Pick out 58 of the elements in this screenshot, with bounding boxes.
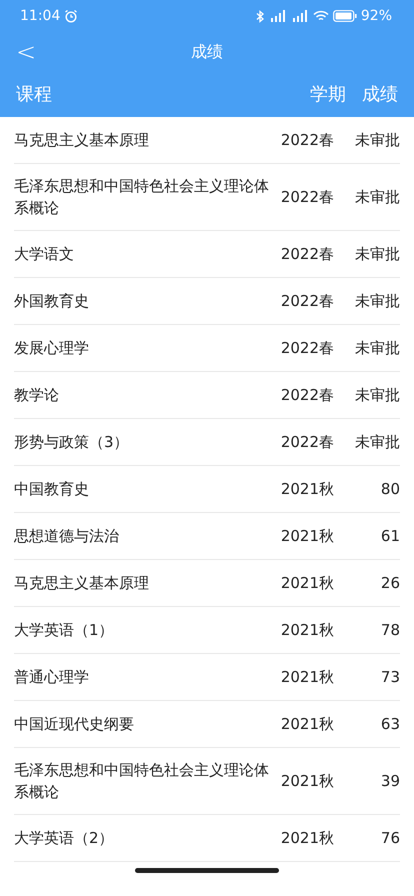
grade-cell-text: 未审批 bbox=[354, 290, 400, 312]
grade-cell-text: 未审批 bbox=[354, 130, 400, 151]
grade-cell-text: 78 bbox=[380, 620, 400, 641]
signal-icon bbox=[290, 10, 309, 22]
term-cell-text: 2022春 bbox=[280, 338, 334, 359]
signal-icon bbox=[268, 10, 287, 22]
term-cell-text: 2021秋 bbox=[280, 620, 334, 641]
course-cell-text: 教学论 bbox=[14, 385, 60, 406]
term-cell-text: 2021秋 bbox=[280, 526, 334, 547]
course-cell-text: 外国教育史 bbox=[14, 291, 90, 312]
course-cell-text: 大学英语（1） bbox=[14, 620, 115, 641]
course-cell-text: 思想道德与法治 bbox=[14, 526, 120, 547]
term-cell-text: 2021秋 bbox=[280, 770, 334, 792]
term-cell-text: 2021秋 bbox=[280, 572, 334, 594]
back-button[interactable]: < bbox=[10, 40, 42, 64]
term-cell-text: 2022春 bbox=[280, 290, 334, 312]
grade-cell-text: 未审批 bbox=[354, 432, 400, 453]
grade-cell-text: 63 bbox=[380, 714, 400, 735]
course-cell-text: 马克思主义基本原理 bbox=[14, 130, 150, 151]
term-cell-text: 2021秋 bbox=[280, 714, 334, 735]
grade-cell-text: 未审批 bbox=[354, 384, 400, 406]
course-cell-text: 大学语文 bbox=[14, 244, 75, 265]
grade-cell-text: 61 bbox=[380, 526, 400, 547]
course-cell-text: 大学英语（2） bbox=[14, 828, 115, 849]
bluetooth-icon bbox=[256, 10, 265, 22]
status-time: 11:04 bbox=[20, 6, 60, 26]
grade-cell-text: 26 bbox=[380, 572, 400, 594]
battery-percent: 92% bbox=[360, 6, 392, 26]
course-cell-text: 马克思主义基本原理 bbox=[14, 573, 150, 594]
grade-cell-text: 未审批 bbox=[354, 244, 400, 265]
term-cell-text: 2021秋 bbox=[280, 828, 334, 849]
course-cell-text: 发展心理学 bbox=[14, 338, 90, 359]
course-cell-text: 形势与政策（3） bbox=[14, 432, 130, 453]
term-cell-text: 2022春 bbox=[280, 244, 334, 265]
wifi-icon bbox=[312, 10, 329, 22]
course-cell-text: 中国教育史 bbox=[14, 479, 90, 500]
term-cell-text: 2022春 bbox=[280, 432, 334, 453]
grade-cell-text: 未审批 bbox=[354, 338, 400, 359]
term-cell-text: 2022春 bbox=[280, 384, 334, 406]
alarm-clock-icon bbox=[64, 9, 78, 23]
column-header: 课程 bbox=[16, 83, 52, 107]
term-cell-text: 2022春 bbox=[280, 130, 334, 151]
page-title: 成绩 bbox=[191, 41, 223, 63]
grade-cell-text: 未审批 bbox=[354, 186, 400, 208]
term-cell-text: 2021秋 bbox=[280, 666, 334, 688]
course-cell-text: 普通心理学 bbox=[14, 667, 90, 688]
grade-cell-text: 39 bbox=[380, 770, 400, 792]
term-cell-text: 2021秋 bbox=[280, 478, 334, 500]
grade-cell-text: 73 bbox=[380, 666, 400, 688]
battery-icon bbox=[332, 10, 357, 22]
course-cell-text: 毛泽东思想和中国特色社会主义理论体系概论 bbox=[14, 760, 270, 803]
column-header: 学期 bbox=[310, 83, 346, 107]
grade-cell-text: 80 bbox=[380, 478, 400, 500]
column-header: 成绩 bbox=[362, 83, 398, 107]
course-cell-text: 毛泽东思想和中国特色社会主义理论体系概论 bbox=[14, 176, 270, 219]
term-cell-text: 2022春 bbox=[280, 186, 334, 208]
grade-cell-text: 76 bbox=[380, 828, 400, 849]
course-cell-text: 中国近现代史纲要 bbox=[14, 714, 135, 735]
